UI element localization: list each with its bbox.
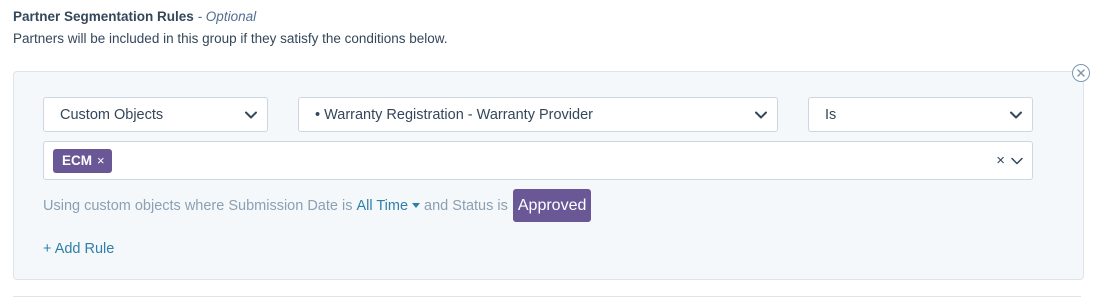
section-title: Partner Segmentation Rules bbox=[13, 9, 194, 24]
remove-rule-button[interactable] bbox=[1072, 64, 1090, 82]
section-description: Partners will be included in this group … bbox=[13, 31, 448, 46]
section-header: Partner Segmentation Rules - Optional Pa… bbox=[13, 8, 448, 47]
chevron-down-icon bbox=[755, 111, 767, 118]
property-select-value: • Warranty Registration - Warranty Provi… bbox=[315, 106, 593, 123]
source-select-value: Custom Objects bbox=[60, 106, 164, 123]
chevron-down-icon bbox=[1010, 111, 1022, 118]
time-range-label: All Time bbox=[356, 197, 409, 214]
value-tag-label: ECM bbox=[62, 153, 92, 168]
description-middle: and Status is bbox=[424, 197, 508, 214]
section-title-line: Partner Segmentation Rules - Optional bbox=[13, 8, 448, 25]
chevron-down-icon bbox=[245, 111, 257, 118]
chevron-down-icon[interactable] bbox=[1011, 157, 1023, 165]
clear-values-button[interactable]: × bbox=[996, 153, 1005, 168]
add-rule-link[interactable]: + Add Rule bbox=[43, 241, 114, 257]
remove-tag-button[interactable]: × bbox=[97, 153, 105, 168]
caret-down-icon bbox=[412, 203, 421, 208]
operator-select-value: Is bbox=[825, 106, 837, 123]
description-prefix: Using custom objects where Submission Da… bbox=[43, 197, 353, 214]
status-badge[interactable]: Approved bbox=[512, 189, 592, 222]
source-select[interactable]: Custom Objects bbox=[43, 97, 268, 132]
section-divider bbox=[13, 296, 1081, 297]
time-range-dropdown[interactable]: All Time bbox=[356, 197, 421, 214]
value-multiselect[interactable]: ECM × × bbox=[43, 141, 1033, 180]
value-tag: ECM × bbox=[53, 148, 112, 173]
operator-select[interactable]: Is bbox=[808, 97, 1033, 132]
rule-filter-description: Using custom objects where Submission Da… bbox=[43, 189, 592, 222]
property-select[interactable]: • Warranty Registration - Warranty Provi… bbox=[298, 97, 778, 132]
optional-label: - Optional bbox=[197, 9, 257, 24]
close-icon bbox=[1077, 69, 1085, 77]
